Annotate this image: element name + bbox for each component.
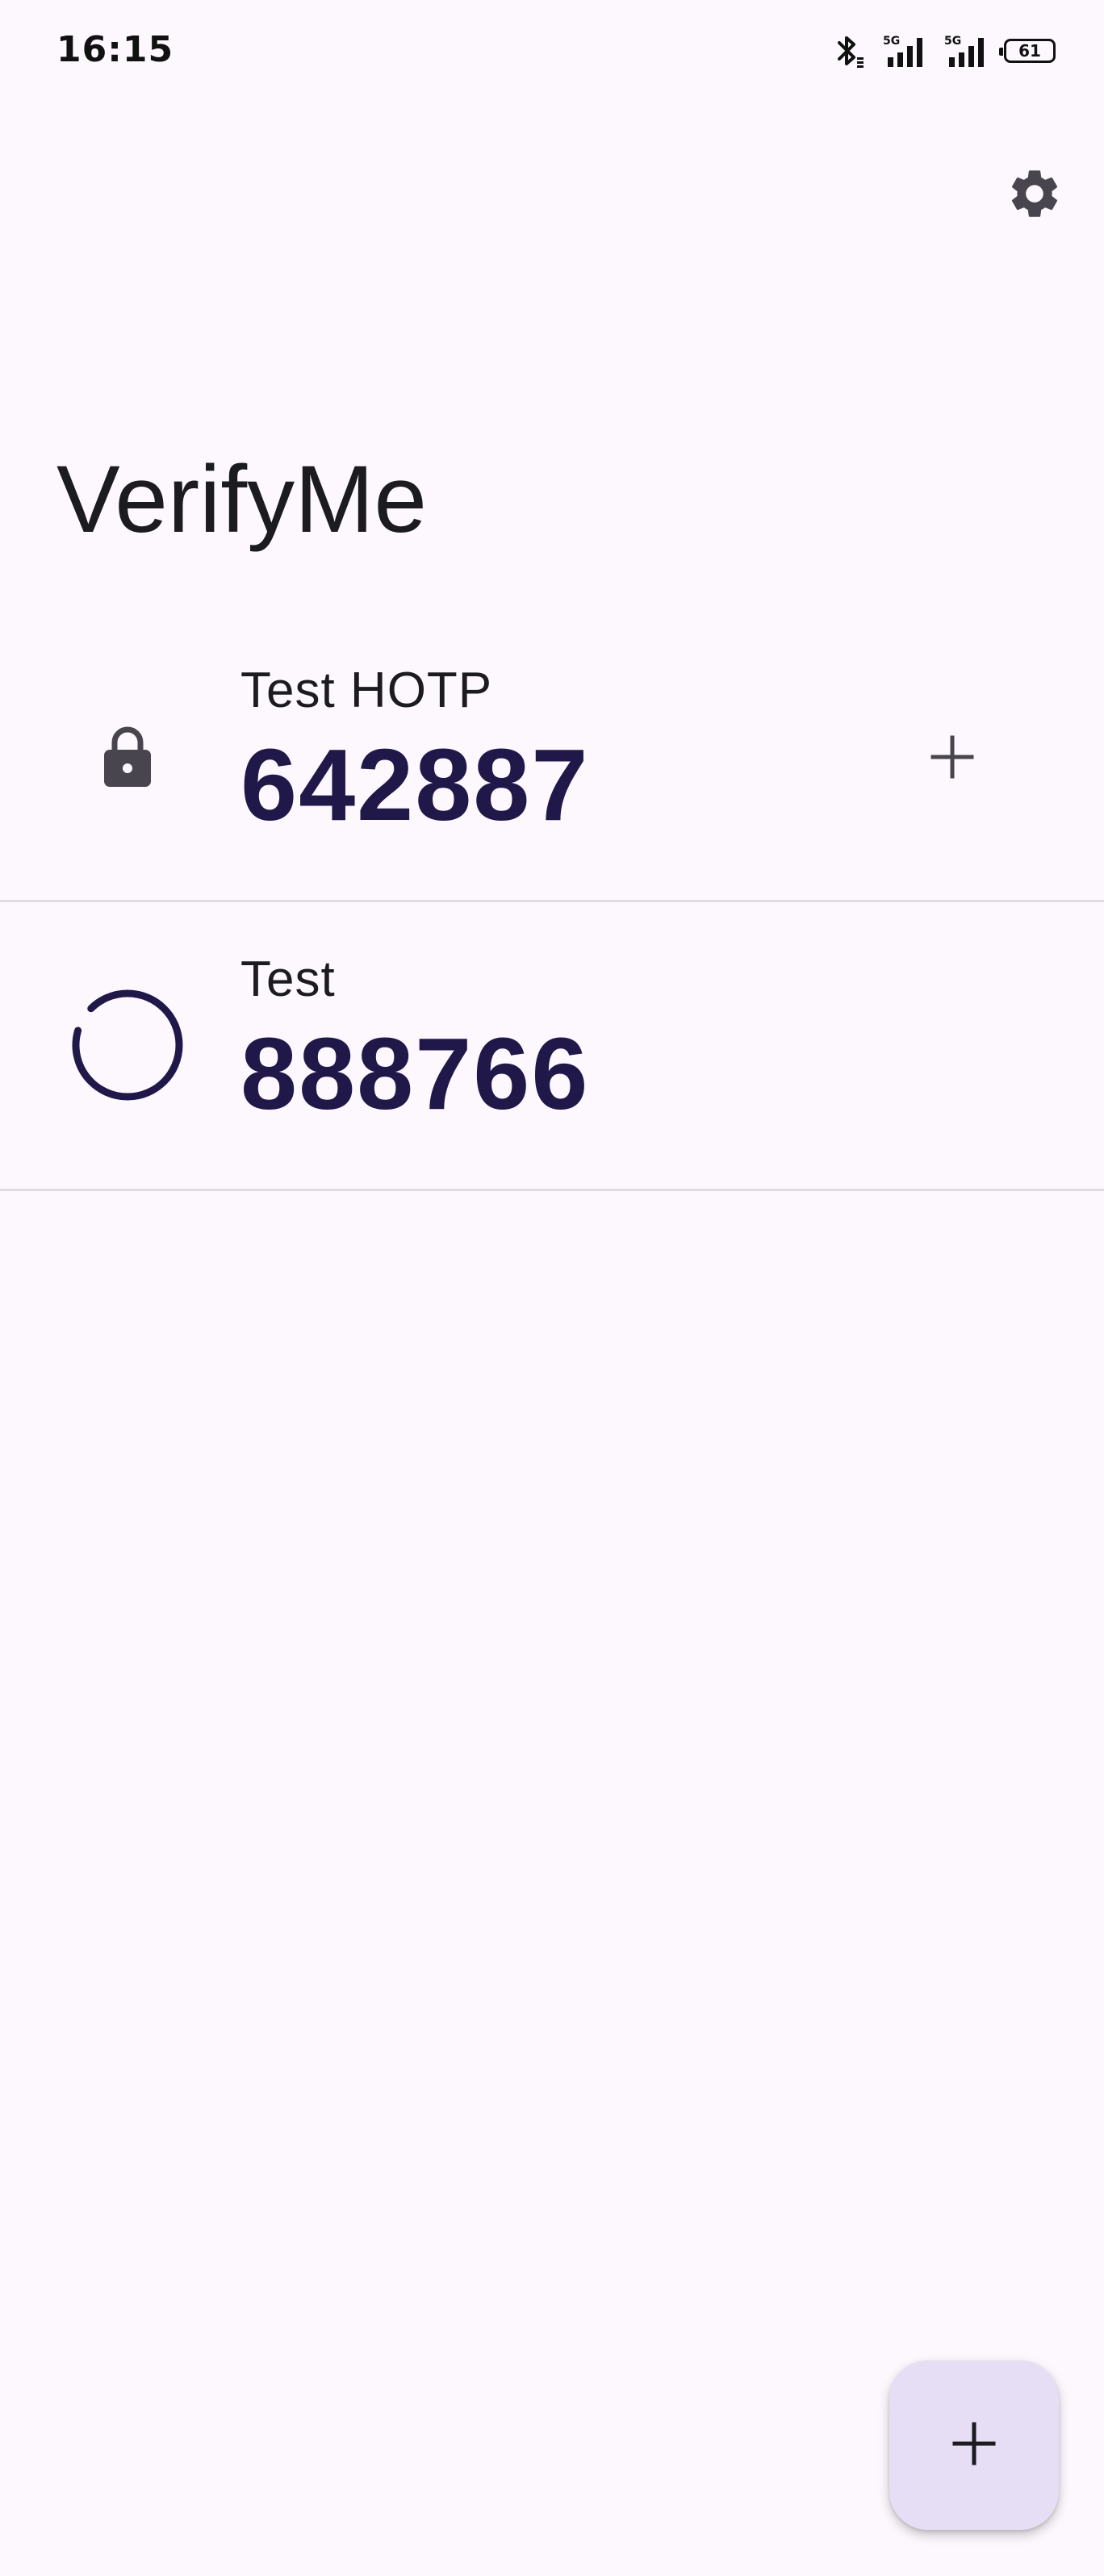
- countdown-progress-icon: [69, 987, 186, 1107]
- status-icons: 5G 5G 61: [833, 31, 1056, 71]
- token-item[interactable]: Test HOTP 642887: [0, 613, 1104, 902]
- svg-text:5G: 5G: [883, 35, 900, 48]
- token-leading: [65, 613, 190, 902]
- increment-counter-button[interactable]: [896, 702, 1009, 815]
- token-item[interactable]: Test 888766: [0, 902, 1104, 1191]
- token-name: Test HOTP: [240, 663, 493, 718]
- add-token-button[interactable]: [889, 2361, 1059, 2530]
- signal-5g-icon: 5G: [881, 33, 926, 69]
- plus-icon: [930, 734, 975, 784]
- plus-icon: [951, 2421, 997, 2470]
- status-time: 16:15: [56, 29, 174, 70]
- status-bar: 16:15 5G 5G 61: [0, 0, 1104, 105]
- svg-text:5G: 5G: [944, 35, 961, 48]
- token-list: Test HOTP 642887 Test 888766: [0, 613, 1104, 1191]
- token-leading: [65, 902, 190, 1191]
- gear-icon: [1006, 165, 1064, 227]
- battery-icon: 61: [999, 39, 1056, 63]
- signal-5g-icon: 5G: [943, 33, 988, 69]
- bluetooth-icon: [833, 33, 865, 69]
- token-code[interactable]: 888766: [240, 1023, 589, 1125]
- token-code[interactable]: 642887: [240, 734, 589, 836]
- lock-icon: [102, 724, 153, 792]
- page-title: VerifyMe: [56, 446, 428, 553]
- settings-button[interactable]: [985, 145, 1085, 245]
- token-name: Test: [240, 951, 336, 1007]
- battery-level: 61: [1018, 41, 1041, 61]
